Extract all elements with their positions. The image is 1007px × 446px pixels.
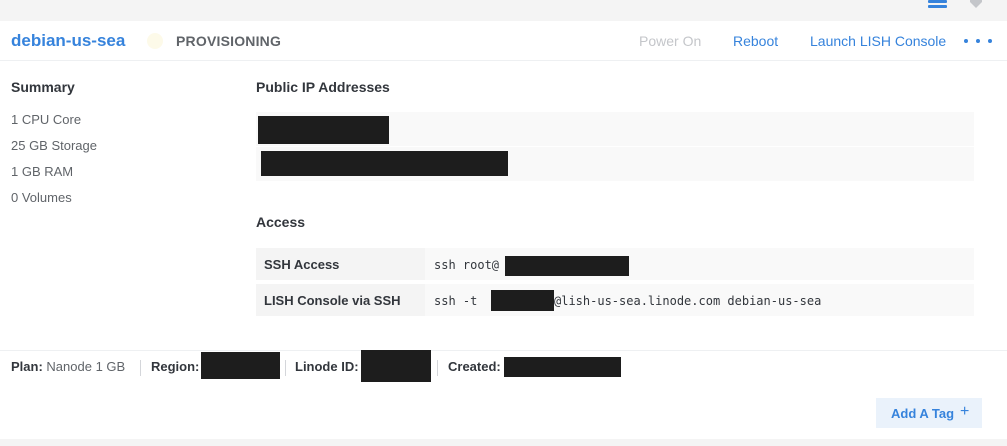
redacted-region: [201, 352, 280, 379]
ssh-access-value[interactable]: ssh root@: [425, 248, 974, 280]
ssh-command-prefix: ssh root@: [434, 258, 500, 272]
plan-label: Plan:: [11, 359, 43, 374]
ipv6-row: [256, 147, 974, 181]
top-bar: [0, 0, 1007, 21]
linode-header: debian-us-sea PROVISIONING Power On Rebo…: [0, 21, 1007, 61]
launch-lish-console-button[interactable]: Launch LISH Console: [810, 33, 946, 49]
redacted-ipv6: [261, 151, 508, 176]
summary-volumes: 0 Volumes: [11, 190, 72, 205]
lish-command-prefix: ssh -t: [434, 294, 478, 308]
status-indicator-icon: [147, 33, 163, 49]
footer-separator: [140, 360, 141, 376]
plan-value: Nanode 1 GB: [46, 359, 126, 374]
redacted-ssh-host: [505, 256, 629, 276]
linode-id-label: Linode ID:: [295, 359, 359, 374]
redacted-linode-id: [361, 350, 431, 382]
add-tag-label: Add A Tag: [891, 406, 955, 421]
footer-separator: [437, 360, 438, 376]
power-on-button[interactable]: Power On: [639, 33, 701, 49]
summary-storage: 25 GB Storage: [11, 138, 97, 153]
summary-ram: 1 GB RAM: [11, 164, 74, 179]
linode-id-info: Linode ID:: [295, 359, 359, 374]
redacted-ipv4: [258, 116, 389, 144]
linode-name-link[interactable]: debian-us-sea: [11, 31, 125, 51]
lish-access-row: LISH Console via SSH ssh -t @lish-us-sea…: [256, 284, 974, 316]
plus-icon: +: [960, 403, 970, 420]
created-label: Created:: [448, 359, 501, 374]
ssh-access-label: SSH Access: [256, 248, 425, 280]
menu-bars-icon[interactable]: [928, 0, 947, 9]
reboot-button[interactable]: Reboot: [733, 33, 778, 49]
add-tag-button[interactable]: Add A Tag +: [876, 398, 982, 428]
summary-title: Summary: [11, 79, 75, 95]
linode-card: debian-us-sea PROVISIONING Power On Rebo…: [0, 21, 1007, 439]
region-info: Region:: [151, 359, 199, 374]
region-label: Region:: [151, 359, 200, 374]
lish-access-label: LISH Console via SSH: [256, 284, 425, 316]
summary-cpu: 1 CPU Core: [11, 112, 82, 127]
bottom-strip: [0, 439, 1007, 446]
ipv4-row: [256, 112, 974, 146]
redacted-created-date: [504, 357, 621, 377]
plan-info: Plan: Nanode 1 GB: [11, 359, 125, 374]
access-title: Access: [256, 214, 306, 230]
lish-command-suffix: @lish-us-sea.linode.com debian-us-sea: [554, 294, 822, 308]
more-actions-icon[interactable]: [964, 33, 992, 49]
status-badge: PROVISIONING: [176, 33, 282, 49]
public-ip-title: Public IP Addresses: [256, 79, 390, 95]
created-info: Created:: [448, 359, 501, 374]
footer-divider: [0, 350, 1007, 351]
redacted-lish-user: [491, 290, 554, 311]
tag-icon[interactable]: [968, 0, 984, 10]
lish-access-value[interactable]: ssh -t @lish-us-sea.linode.com debian-us…: [425, 284, 974, 316]
ssh-access-row: SSH Access ssh root@: [256, 248, 974, 280]
footer-separator: [285, 360, 286, 376]
